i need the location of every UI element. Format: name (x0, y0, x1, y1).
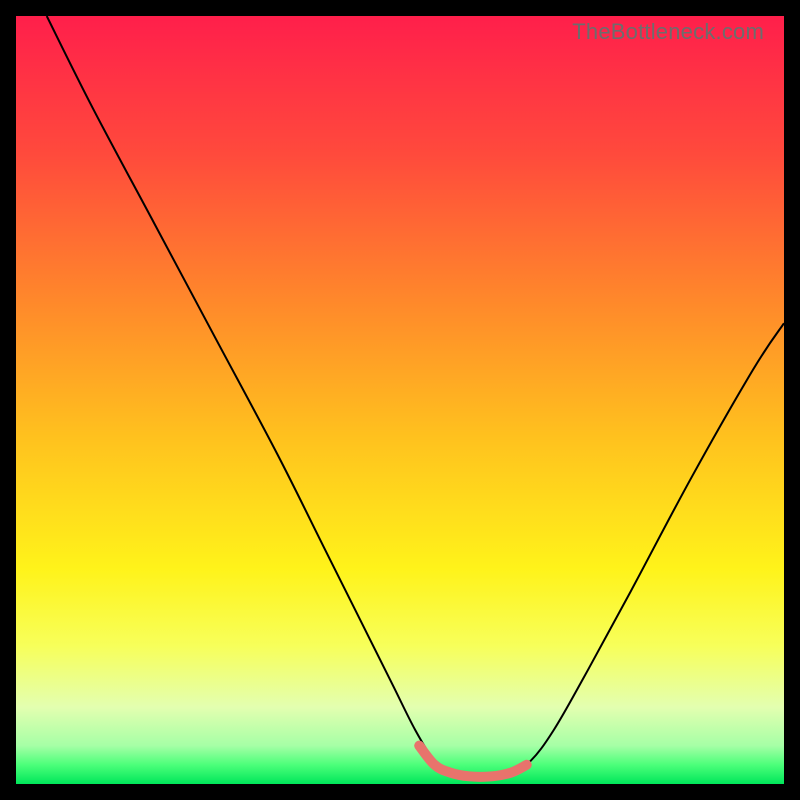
watermark-text: TheBottleneck.com (572, 19, 764, 45)
background-gradient (16, 16, 784, 784)
chart-frame: TheBottleneck.com (16, 16, 784, 784)
